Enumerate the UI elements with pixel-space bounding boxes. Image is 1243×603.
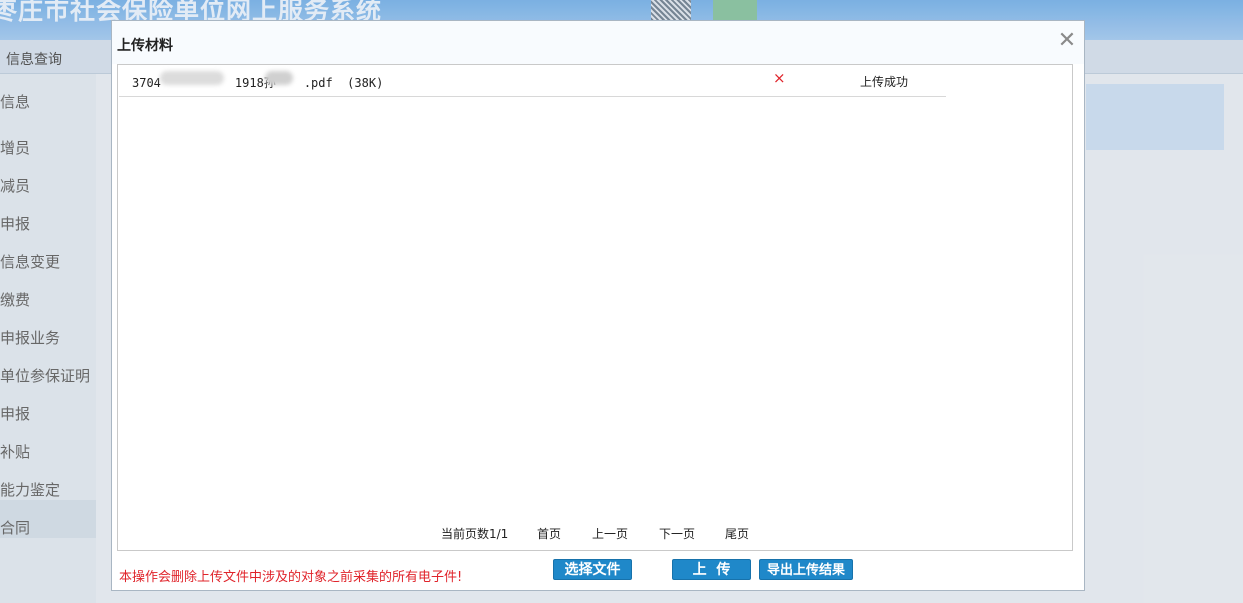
prev-page-link[interactable]: 上一页 <box>592 525 628 542</box>
last-page-link[interactable]: 尾页 <box>725 525 749 542</box>
page-info: 当前页数1/1 <box>441 527 509 541</box>
redaction-blur <box>160 71 224 85</box>
file-size: (38K) <box>347 76 384 90</box>
first-page-link[interactable]: 首页 <box>537 525 561 542</box>
next-page-link[interactable]: 下一页 <box>659 525 695 542</box>
delete-file-icon[interactable]: × <box>773 69 786 87</box>
dialog-header: 上传材料 ✕ <box>112 21 1084 64</box>
file-row: 3704 1918孙 .pdf (38K) × 上传成功 <box>119 65 946 97</box>
redaction-blur <box>265 71 293 85</box>
close-icon[interactable]: ✕ <box>1056 30 1078 52</box>
export-results-button[interactable]: 导出上传结果 <box>759 559 853 580</box>
pagination: 当前页数1/1 首页 上一页 下一页 尾页 <box>118 525 1072 543</box>
dialog-title: 上传材料 <box>117 38 173 54</box>
file-name-suffix: .pdf <box>303 76 333 90</box>
warning-message: 本操作会删除上传文件中涉及的对象之前采集的所有电子件! <box>119 570 463 585</box>
upload-status: 上传成功 <box>860 75 909 89</box>
select-file-button[interactable]: 选择文件 <box>553 559 632 580</box>
file-list-panel: 3704 1918孙 .pdf (38K) × 上传成功 当前页数1/1 首页 上一… <box>117 64 1073 551</box>
upload-dialog: 上传材料 ✕ 3704 1918孙 .pdf (38K) × 上传成功 当前页数1/… <box>111 20 1085 591</box>
upload-button[interactable]: 上 传 <box>672 559 751 580</box>
file-name-prefix: 3704 <box>132 76 161 90</box>
